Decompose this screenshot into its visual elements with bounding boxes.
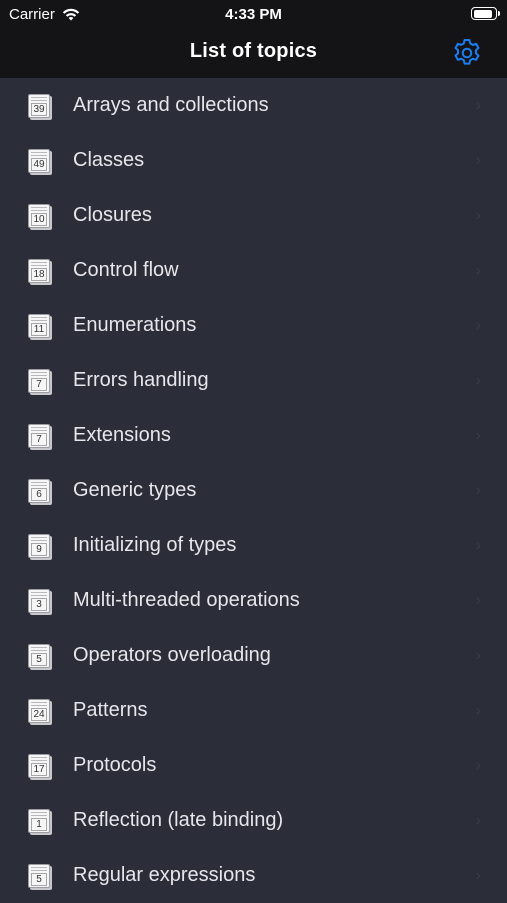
chevron-right-icon: ›	[475, 591, 481, 609]
chevron-right-icon: ›	[475, 481, 481, 499]
page-title: List of topics	[189, 40, 318, 62]
chevron-right-icon: ›	[475, 371, 481, 389]
topic-count: 1	[31, 817, 47, 831]
topic-row[interactable]: 10 Closures ›	[0, 188, 507, 243]
notepad-icon: 6	[28, 478, 50, 503]
topic-list: 39 Arrays and collections › 49 Classes › 10 Clo…	[0, 78, 507, 903]
chevron-right-icon: ›	[475, 701, 481, 719]
topic-row[interactable]: 7 Extensions ›	[0, 408, 507, 463]
topic-count: 5	[31, 872, 47, 886]
topic-count: 9	[31, 542, 47, 556]
topic-row[interactable]: 6 Generic types ›	[0, 463, 507, 518]
topic-count: 49	[31, 157, 47, 171]
topic-label: Protocols	[73, 754, 157, 776]
notepad-icon: 9	[28, 533, 50, 558]
topic-count: 17	[31, 762, 47, 776]
topic-label: Multi-threaded operations	[73, 589, 300, 611]
topic-label: Regular expressions	[73, 864, 256, 886]
notepad-icon: 1	[28, 808, 50, 833]
topic-count: 7	[31, 432, 47, 446]
topic-count: 6	[31, 487, 47, 501]
topic-label: Reflection (late binding)	[73, 809, 284, 831]
topic-row[interactable]: 39 Arrays and collections ›	[0, 78, 507, 133]
topic-count: 39	[31, 102, 47, 116]
topic-count: 7	[31, 377, 47, 391]
chevron-right-icon: ›	[475, 151, 481, 169]
topic-label: Errors handling	[73, 369, 209, 391]
status-bar: Carrier 4:33 PM	[0, 0, 507, 28]
topic-label: Extensions	[73, 424, 171, 446]
chevron-right-icon: ›	[475, 206, 481, 224]
topic-label: Arrays and collections	[73, 94, 269, 116]
notepad-icon: 3	[28, 588, 50, 613]
topic-row[interactable]: 1 Reflection (late binding) ›	[0, 793, 507, 848]
battery-icon	[471, 7, 500, 20]
notepad-icon: 7	[28, 368, 50, 393]
chevron-right-icon: ›	[475, 811, 481, 829]
chevron-right-icon: ›	[475, 316, 481, 334]
topic-count: 3	[31, 597, 47, 611]
topic-label: Control flow	[73, 259, 179, 281]
topic-label: Closures	[73, 204, 152, 226]
chevron-right-icon: ›	[475, 426, 481, 444]
notepad-icon: 24	[28, 698, 50, 723]
topic-row[interactable]: 49 Classes ›	[0, 133, 507, 188]
settings-gear-icon[interactable]	[451, 37, 483, 69]
topic-row[interactable]: 7 Errors handling ›	[0, 353, 507, 408]
chevron-right-icon: ›	[475, 646, 481, 664]
notepad-icon: 39	[28, 93, 50, 118]
topic-label: Patterns	[73, 699, 148, 721]
chevron-right-icon: ›	[475, 756, 481, 774]
topic-row[interactable]: 3 Multi-threaded operations ›	[0, 573, 507, 628]
topic-label: Enumerations	[73, 314, 197, 336]
topic-row[interactable]: 24 Patterns ›	[0, 683, 507, 738]
notepad-icon: 10	[28, 203, 50, 228]
topic-row[interactable]: 9 Initializing of types ›	[0, 518, 507, 573]
chevron-right-icon: ›	[475, 536, 481, 554]
topic-row[interactable]: 11 Enumerations ›	[0, 298, 507, 353]
topic-row[interactable]: 17 Protocols ›	[0, 738, 507, 793]
topic-count: 5	[31, 652, 47, 666]
topic-label: Generic types	[73, 479, 197, 501]
topic-label: Operators overloading	[73, 644, 271, 666]
chevron-right-icon: ›	[475, 866, 481, 884]
topic-count: 18	[31, 267, 47, 281]
topic-row[interactable]: 18 Control flow ›	[0, 243, 507, 298]
notepad-icon: 7	[28, 423, 50, 448]
chevron-right-icon: ›	[475, 96, 481, 114]
navigation-bar: Carrier 4:33 PM List of topics	[0, 0, 507, 78]
topic-row[interactable]: 5 Operators overloading ›	[0, 628, 507, 683]
topic-row[interactable]: 5 Regular expressions ›	[0, 848, 507, 903]
topic-label: Classes	[73, 149, 145, 171]
notepad-icon: 17	[28, 753, 50, 778]
topic-count: 24	[31, 707, 47, 721]
notepad-icon: 49	[28, 148, 50, 173]
notepad-icon: 5	[28, 863, 50, 888]
topic-label: Initializing of types	[73, 534, 237, 556]
notepad-icon: 18	[28, 258, 50, 283]
status-time: 4:33 PM	[225, 6, 282, 23]
topic-count: 11	[31, 322, 47, 336]
topic-count: 10	[31, 212, 47, 226]
notepad-icon: 5	[28, 643, 50, 668]
chevron-right-icon: ›	[475, 261, 481, 279]
notepad-icon: 11	[28, 313, 50, 338]
